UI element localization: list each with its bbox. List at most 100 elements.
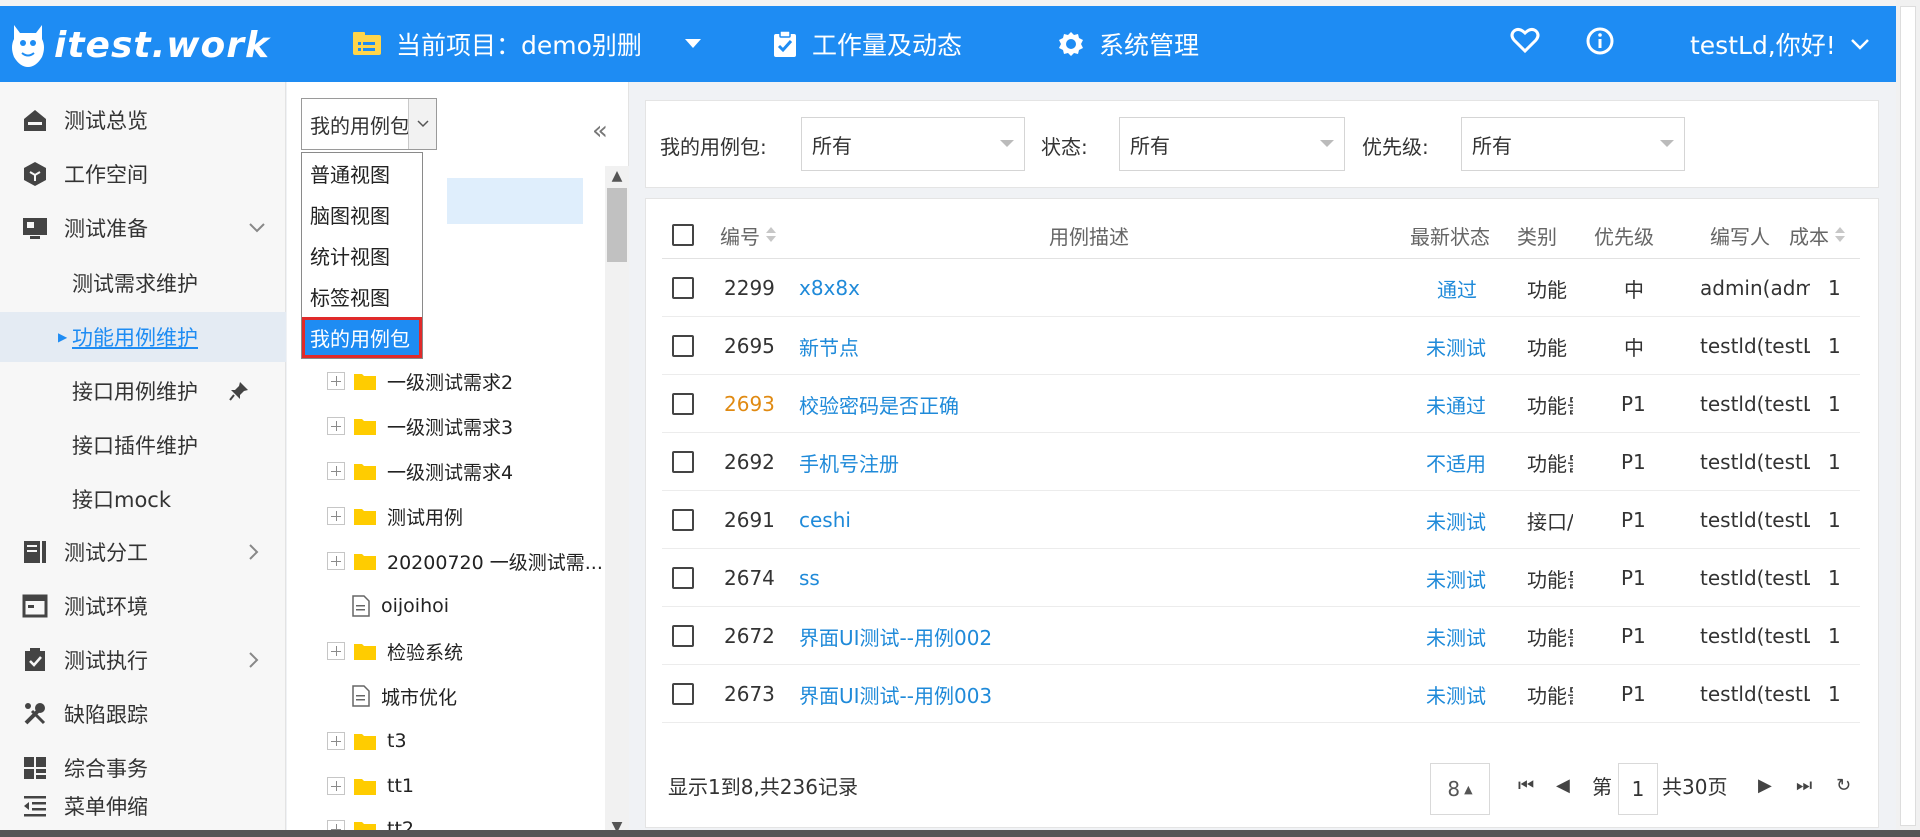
prev-page-icon[interactable]: ◀	[1556, 775, 1570, 796]
expand-icon[interactable]	[327, 642, 345, 660]
heart-icon[interactable]	[1510, 26, 1540, 54]
project-selector[interactable]: 当前项目：demo别删	[352, 26, 716, 62]
table-row[interactable]: 2299 x8x8x 通过 功能 中 admin(adm 1	[662, 259, 1860, 317]
priority-filter-select[interactable]: 所有	[1461, 117, 1685, 171]
sort-icon[interactable]	[1835, 227, 1845, 243]
sidebar-item-defects[interactable]: 缺陷跟踪	[0, 690, 286, 738]
info-icon[interactable]	[1585, 26, 1615, 56]
last-page-icon[interactable]: ⏭	[1796, 775, 1812, 796]
table-row[interactable]: 2674 ss 未测试 功能돌 P1 testld(testL 1	[662, 549, 1860, 607]
sidebar-item-requirements[interactable]: 测试需求维护	[0, 258, 286, 308]
sidebar-item-api-cases[interactable]: 接口用例维护	[0, 366, 286, 416]
page-number-input[interactable]: 1	[1618, 763, 1658, 815]
page-prefix: 第	[1592, 775, 1612, 799]
row-checkbox[interactable]	[672, 549, 694, 607]
sidebar-item-overview[interactable]: 测试总览	[0, 96, 286, 144]
column-header-cost[interactable]: 成本	[1789, 211, 1845, 259]
tree-node[interactable]: t3	[327, 726, 407, 756]
row-checkbox[interactable]	[672, 317, 694, 375]
expand-icon[interactable]	[327, 507, 345, 525]
sidebar-item-functional-cases[interactable]: ▶ 功能用例维护	[0, 312, 286, 362]
view-option-my-packages[interactable]: 我的用例包	[302, 317, 422, 358]
row-checkbox[interactable]	[672, 433, 694, 491]
case-desc-link[interactable]: 界面UI测试--用例002	[799, 607, 992, 665]
sidebar-item-test-prep[interactable]: 测试准备	[0, 204, 286, 252]
sidebar-item-division[interactable]: 测试分工	[0, 528, 286, 576]
case-desc-link[interactable]: x8x8x	[799, 259, 860, 317]
page-size-select[interactable]: 8 ▲	[1430, 763, 1490, 815]
page-scrollbar-thumb[interactable]	[1900, 6, 1916, 826]
next-page-icon[interactable]: ▶	[1758, 775, 1772, 796]
system-admin-nav[interactable]: 系统管理	[1057, 26, 1199, 62]
view-select-toggle[interactable]	[408, 99, 436, 149]
tree-scrollbar[interactable]: ▲ ▼	[605, 166, 629, 837]
case-status[interactable]: 未测试	[1426, 317, 1486, 375]
case-status[interactable]: 未通过	[1426, 375, 1486, 433]
case-desc-link[interactable]: ceshi	[799, 491, 851, 549]
tree-node[interactable]: tt1	[327, 771, 414, 801]
tree-node[interactable]: oijoihoi	[351, 591, 449, 621]
case-desc-link[interactable]: ss	[799, 549, 820, 607]
sidebar-item-workspace[interactable]: 工作空间	[0, 150, 286, 198]
sidebar-item-environment[interactable]: 测试环境	[0, 582, 286, 630]
case-desc-link[interactable]: 界面UI测试--用例003	[799, 665, 992, 723]
table-row[interactable]: 2693 校验密码是否正确 未通过 功能돌 P1 testld(testL 1	[662, 375, 1860, 433]
table-row[interactable]: 2692 手机号注册 不适用 功能돌 P1 testld(testL 1	[662, 433, 1860, 491]
status-filter-select[interactable]: 所有	[1119, 117, 1345, 171]
view-select[interactable]: 我的用例包	[301, 98, 437, 150]
row-checkbox[interactable]	[672, 665, 694, 723]
case-status[interactable]: 未测试	[1426, 607, 1486, 665]
user-menu[interactable]: testLd,你好!	[1690, 26, 1870, 62]
row-checkbox[interactable]	[672, 607, 694, 665]
case-status[interactable]: 不适用	[1426, 433, 1486, 491]
column-header-id[interactable]: 编号	[720, 211, 776, 259]
scroll-up-icon[interactable]: ▲	[609, 168, 625, 184]
refresh-icon[interactable]: ↻	[1836, 775, 1851, 796]
sidebar-item-api-plugins[interactable]: 接口插件维护	[0, 420, 286, 470]
case-status[interactable]: 通过	[1437, 259, 1477, 317]
collapse-panel-icon[interactable]: «	[592, 118, 608, 144]
expand-icon[interactable]	[327, 732, 345, 750]
case-desc-link[interactable]: 新节点	[799, 317, 859, 375]
page-scrollbar[interactable]	[1896, 0, 1920, 837]
view-option-stats[interactable]: 统计视图	[302, 235, 422, 276]
table-row[interactable]: 2695 新节点 未测试 功能 中 testld(testL 1	[662, 317, 1860, 375]
view-option-tags[interactable]: 标签视图	[302, 276, 422, 317]
tree-node[interactable]: 测试用例	[327, 501, 463, 531]
sidebar-item-api-mock[interactable]: 接口mock	[0, 474, 286, 524]
case-desc-link[interactable]: 手机号注册	[799, 433, 899, 491]
case-desc-link[interactable]: 校验密码是否正确	[799, 375, 959, 433]
table-row[interactable]: 2672 界面UI测试--用例002 未测试 功能돌 P1 testld(tes…	[662, 607, 1860, 665]
sort-icon[interactable]	[766, 227, 776, 243]
select-all-checkbox[interactable]	[672, 211, 694, 259]
tree-node[interactable]: 20200720 一级测试需...	[327, 546, 603, 576]
table-row[interactable]: 2673 界面UI测试--用例003 未测试 功能돌 P1 testld(tes…	[662, 665, 1860, 723]
pin-icon[interactable]	[228, 380, 250, 402]
expand-icon[interactable]	[327, 417, 345, 435]
first-page-icon[interactable]: ⏮	[1518, 775, 1534, 796]
expand-icon[interactable]	[327, 777, 345, 795]
workload-nav[interactable]: 工作量及动态	[772, 26, 962, 62]
sidebar-item-collapse-menu[interactable]: 菜单伸缩	[0, 782, 286, 830]
sidebar-item-execution[interactable]: 测试执行	[0, 636, 286, 684]
view-option-normal[interactable]: 普通视图	[302, 153, 422, 194]
tree-node[interactable]: 城市优化	[351, 681, 457, 711]
case-status[interactable]: 未测试	[1426, 665, 1486, 723]
tree-scrollbar-thumb[interactable]	[607, 188, 627, 262]
case-status[interactable]: 未测试	[1426, 549, 1486, 607]
table-row[interactable]: 2691 ceshi 未测试 接口/ P1 testld(testL 1	[662, 491, 1860, 549]
expand-icon[interactable]	[327, 552, 345, 570]
expand-icon[interactable]	[327, 462, 345, 480]
expand-icon[interactable]	[327, 372, 345, 390]
tree-node[interactable]: 一级测试需求4	[327, 456, 513, 486]
tree-node[interactable]: 一级测试需求3	[327, 411, 513, 441]
logo[interactable]: itest.work	[8, 20, 270, 70]
package-filter-select[interactable]: 所有	[801, 117, 1025, 171]
row-checkbox[interactable]	[672, 259, 694, 317]
tree-node[interactable]: 一级测试需求2	[327, 366, 513, 396]
case-status[interactable]: 未测试	[1426, 491, 1486, 549]
view-option-mindmap[interactable]: 脑图视图	[302, 194, 422, 235]
row-checkbox[interactable]	[672, 375, 694, 433]
row-checkbox[interactable]	[672, 491, 694, 549]
tree-node[interactable]: 检验系统	[327, 636, 463, 666]
